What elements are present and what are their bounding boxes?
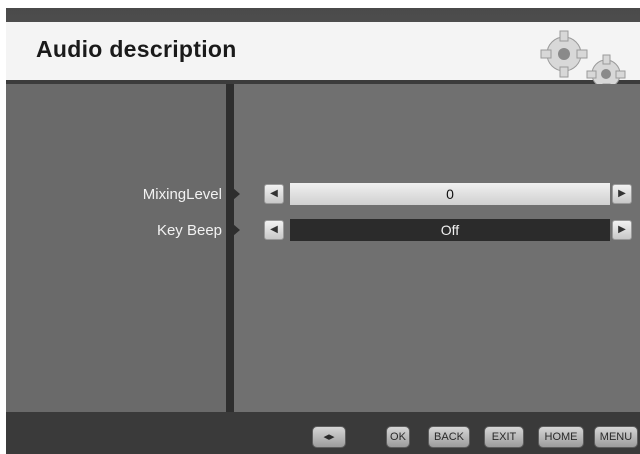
left-pane: [6, 84, 226, 412]
key-beep-left-button[interactable]: ◀: [264, 220, 284, 240]
mixing-level-right-button[interactable]: ▶: [612, 184, 632, 204]
back-button[interactable]: BACK: [428, 426, 470, 448]
exit-button[interactable]: EXIT: [484, 426, 524, 448]
mixing-level-control[interactable]: ◀ 0 ▶: [260, 183, 640, 205]
mixing-level-value[interactable]: 0: [290, 183, 610, 205]
key-beep-label: Key Beep: [156, 222, 222, 239]
mixing-level-left-button[interactable]: ◀: [264, 184, 284, 204]
footer-bar: ◂▸ OK BACK EXIT HOME MENU: [6, 412, 640, 454]
page-title: Audio description: [36, 36, 237, 62]
row-pointer: [226, 218, 240, 242]
home-button[interactable]: HOME: [538, 426, 584, 448]
ok-button[interactable]: OK: [386, 426, 410, 448]
key-beep-right-button[interactable]: ▶: [612, 220, 632, 240]
pane-divider: [226, 84, 234, 412]
key-beep-control[interactable]: ◀ Off ▶: [260, 219, 640, 241]
menu-button[interactable]: MENU: [594, 426, 638, 448]
mixing-level-label: MixingLevel: [142, 186, 222, 203]
row-pointer: [226, 182, 240, 206]
left-right-nav-button[interactable]: ◂▸: [312, 426, 346, 448]
key-beep-value[interactable]: Off: [290, 219, 610, 241]
right-pane: [234, 84, 640, 412]
settings-screen: Audio description MixingLevel ◀ 0 ▶ Key …: [6, 8, 640, 454]
